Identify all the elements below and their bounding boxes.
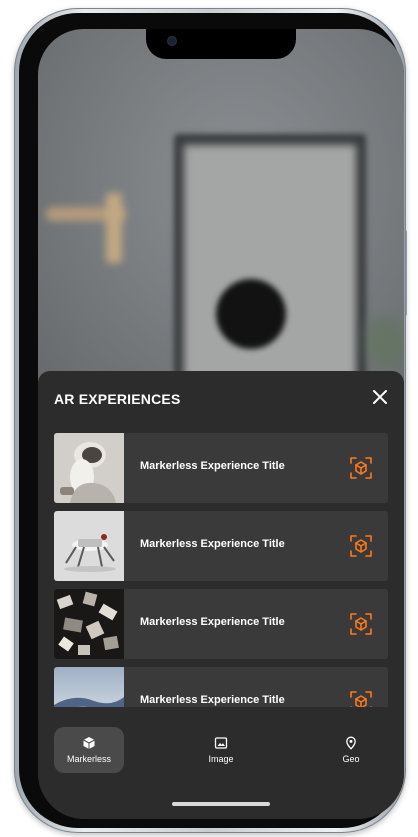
experience-card[interactable]: Markerless Experience Title [54,433,388,503]
experience-card[interactable]: Markerless Experience Title [54,511,388,581]
home-indicator [172,802,270,806]
experience-card[interactable]: Markerless Experience Title [54,589,388,659]
experience-list: Markerless Experience Title Markerless E… [54,433,388,707]
experience-card[interactable]: Markerless Experience Title [54,667,388,707]
experience-thumbnail [54,667,124,707]
close-button[interactable] [368,385,392,409]
tab-label: Image [208,754,234,764]
phone-screen: AR EXPERIENCES Markerless Experience Tit… [38,29,404,819]
notch [146,29,296,59]
experience-title: Markerless Experience Title [140,538,285,550]
cube-icon [83,737,95,749]
tab-geo[interactable]: Geo [316,727,386,773]
plant [366,317,404,365]
device-mockup: AR EXPERIENCES Markerless Experience Tit… [0,0,418,837]
experience-title: Markerless Experience Title [140,616,285,628]
ar-cube-icon[interactable] [350,691,372,707]
camera-view [38,29,404,409]
front-camera [168,37,176,45]
experience-title: Markerless Experience Title [140,694,285,706]
tab-label: Geo [342,754,360,764]
experience-title: Markerless Experience Title [140,460,285,472]
artwork-circle [216,279,286,349]
close-icon [373,390,387,404]
image-icon [214,737,228,749]
tab-image[interactable]: Image [186,727,256,773]
tab-markerless[interactable]: Markerless [54,727,124,773]
experience-thumbnail [54,433,124,503]
ar-cube-icon[interactable] [350,457,372,479]
location-pin-icon [346,736,356,750]
sheet-title: AR EXPERIENCES [54,391,181,407]
ar-cube-icon[interactable] [350,613,372,635]
experience-thumbnail [54,511,124,581]
bottom-tab-bar: Markerless Image Geo [38,719,404,775]
experience-thumbnail [54,589,124,659]
ar-cube-icon[interactable] [350,535,372,557]
tab-label: Markerless [66,754,111,764]
